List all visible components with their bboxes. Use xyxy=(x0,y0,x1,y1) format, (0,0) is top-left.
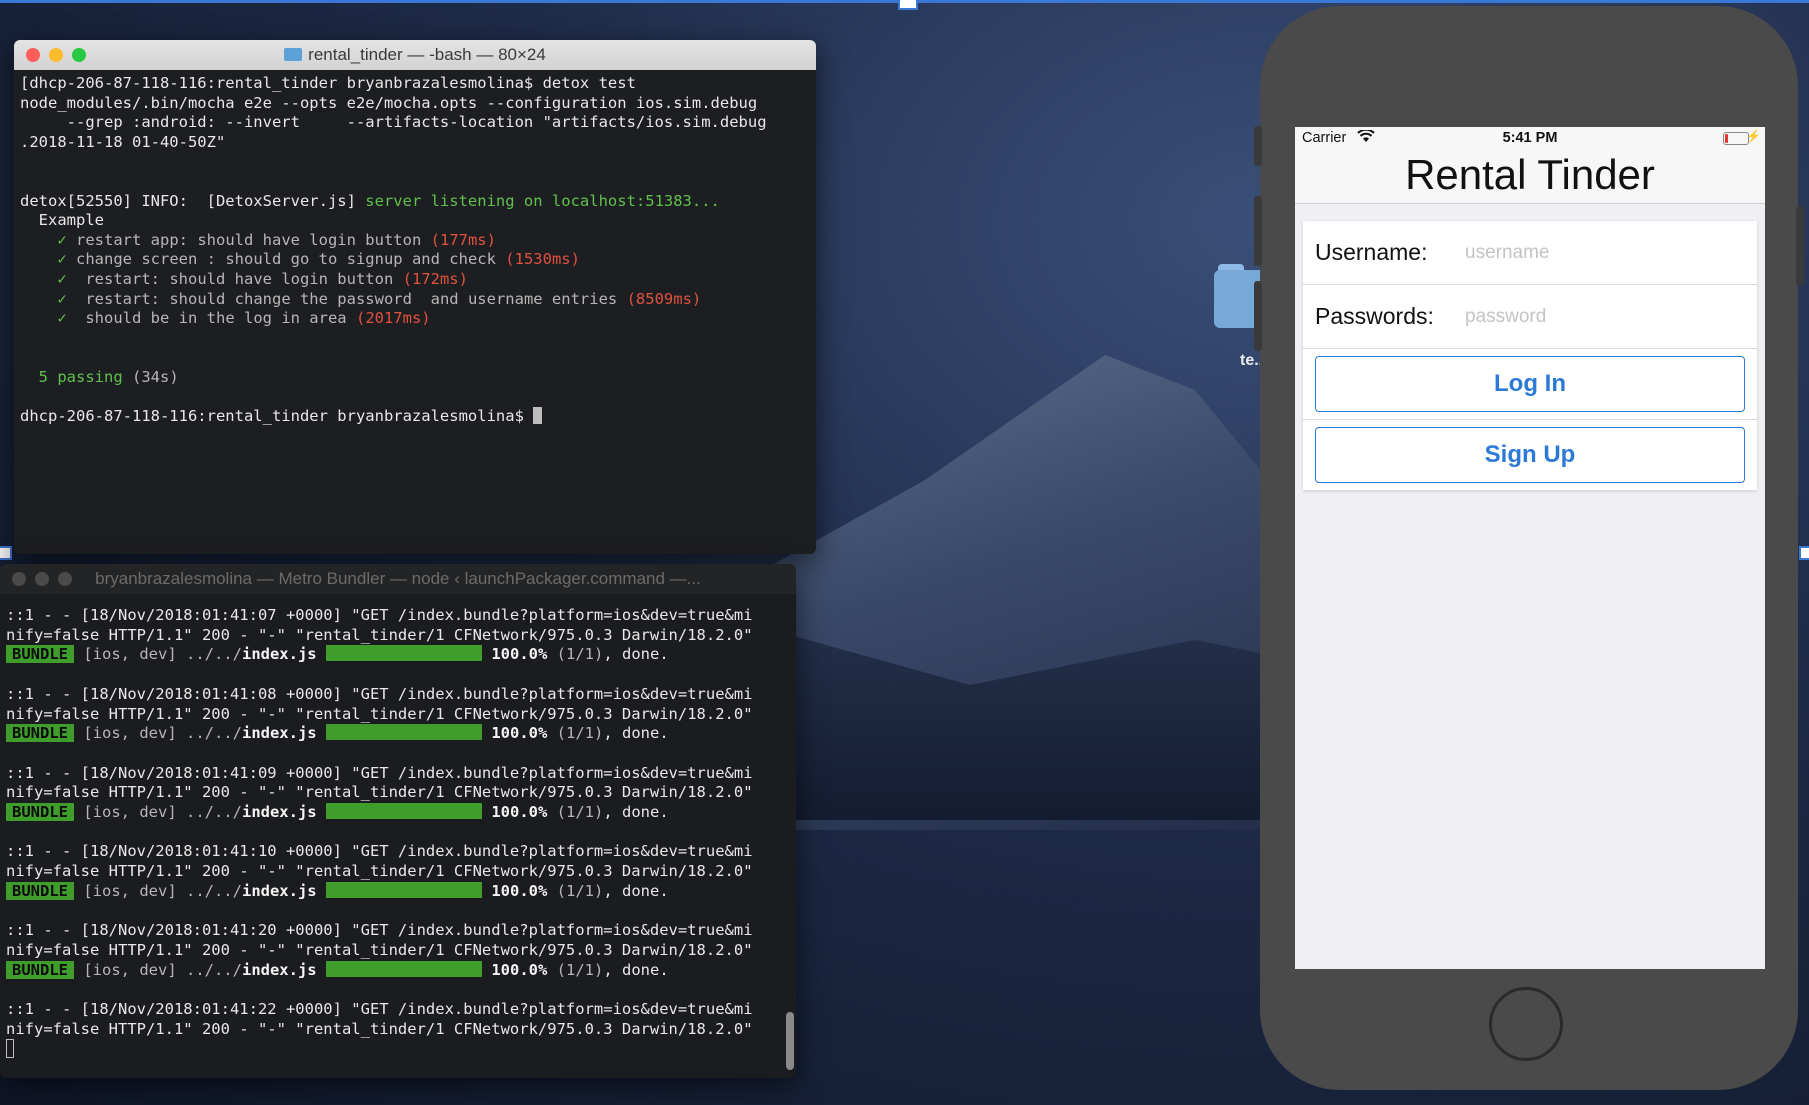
bundle-badge: BUNDLE xyxy=(6,803,74,822)
log-entry: ::1 - - [18/Nov/2018:01:41:08 +0000] "GE… xyxy=(6,685,790,764)
home-button[interactable] xyxy=(1489,987,1563,1061)
check-icon: ✓ xyxy=(57,309,67,328)
log-entry: ::1 - - [18/Nov/2018:01:41:09 +0000] "GE… xyxy=(6,764,790,843)
test-result-row: ✓ restart: should change the password an… xyxy=(57,289,702,308)
check-icon: ✓ xyxy=(57,289,67,308)
progress-bar xyxy=(325,803,482,820)
selection-handle[interactable] xyxy=(898,0,918,10)
folder-icon xyxy=(284,48,303,61)
progress-bar xyxy=(325,724,482,741)
selection-handle[interactable] xyxy=(1799,546,1809,560)
mute-switch[interactable] xyxy=(1254,126,1262,166)
log-entry: ::1 - - [18/Nov/2018:01:41:10 +0000] "GE… xyxy=(6,842,790,921)
zoom-button[interactable] xyxy=(58,572,72,586)
minimize-button[interactable] xyxy=(49,48,63,62)
test-result-row: ✓ should be in the log in area (2017ms) xyxy=(57,309,431,328)
bundle-progress-line: BUNDLE [ios, dev] ../../index.js 100.0% … xyxy=(6,724,790,744)
log-entry: ::1 - - [18/Nov/2018:01:41:20 +0000] "GE… xyxy=(6,921,790,1000)
terminal-line: node_modules/.bin/mocha e2e --opts e2e/m… xyxy=(20,93,758,112)
app-title: Rental Tinder xyxy=(1405,151,1655,198)
check-icon: ✓ xyxy=(57,250,67,269)
log-entry: ::1 - - [18/Nov/2018:01:41:07 +0000] "GE… xyxy=(6,606,790,685)
minimize-button[interactable] xyxy=(35,572,49,586)
charging-bolt-icon: ⚡ xyxy=(1746,129,1761,143)
bundle-progress-line: BUNDLE [ios, dev] ../../index.js 100.0% … xyxy=(6,645,790,665)
selection-handle[interactable] xyxy=(0,546,12,560)
terminal-titlebar[interactable]: bryanbrazalesmolina — Metro Bundler — no… xyxy=(0,564,796,594)
window-title: bryanbrazalesmolina — Metro Bundler — no… xyxy=(95,569,701,588)
clock: 5:41 PM xyxy=(1502,130,1558,146)
iphone-simulator: Carrier 5:41 PM ⚡ Rental Tinder Username… xyxy=(1254,6,1804,1090)
username-label: Username: xyxy=(1315,239,1428,265)
terminal-line: [dhcp-206-87-118-116:rental_tinder bryan… xyxy=(20,74,636,92)
progress-bar xyxy=(325,960,482,977)
shell-prompt[interactable] xyxy=(6,1039,790,1061)
password-input[interactable] xyxy=(1463,304,1727,329)
server-status-message: server listening on localhost:51383... xyxy=(365,191,720,210)
volume-down-button[interactable] xyxy=(1254,281,1262,351)
window-title: rental_tinder — -bash — 80×24 xyxy=(14,45,816,65)
password-row: Passwords: xyxy=(1303,285,1757,349)
navigation-bar: Rental Tinder xyxy=(1295,149,1765,204)
progress-bar xyxy=(325,881,482,898)
close-button[interactable] xyxy=(12,572,26,586)
text-cursor xyxy=(6,1039,14,1059)
login-button[interactable]: Log In xyxy=(1315,356,1745,412)
signup-button[interactable]: Sign Up xyxy=(1315,427,1745,483)
progress-bar xyxy=(325,645,482,662)
scrollbar[interactable] xyxy=(786,1012,794,1070)
test-result-row: ✓ restart app: should have login button … xyxy=(57,230,496,249)
check-icon: ✓ xyxy=(57,269,67,288)
phone-screen: Carrier 5:41 PM ⚡ Rental Tinder Username… xyxy=(1295,127,1765,969)
power-button[interactable] xyxy=(1796,206,1804,286)
terminal-window-metro-bundler[interactable]: bryanbrazalesmolina — Metro Bundler — no… xyxy=(0,564,796,1078)
terminal-line: .2018-11-18 01-40-50Z" xyxy=(20,132,226,151)
volume-up-button[interactable] xyxy=(1254,196,1262,266)
bundle-badge: BUNDLE xyxy=(6,881,74,900)
log-entry: ::1 - - [18/Nov/2018:01:41:22 +0000] "GE… xyxy=(6,1000,790,1061)
test-suite-name: Example xyxy=(20,211,104,230)
username-input[interactable] xyxy=(1463,240,1727,265)
terminal-output[interactable]: [dhcp-206-87-118-116:rental_tinder bryan… xyxy=(14,70,816,431)
check-icon: ✓ xyxy=(57,230,67,249)
bundle-badge: BUNDLE xyxy=(6,960,74,979)
text-cursor xyxy=(533,407,543,425)
username-row: Username: xyxy=(1303,221,1757,285)
login-form: Username: Passwords: Log In Sign Up xyxy=(1303,221,1757,490)
terminal-line: detox[52550] INFO: [DetoxServer.js] serv… xyxy=(20,191,720,210)
terminal-line: --grep :android: --invert --artifacts-lo… xyxy=(20,113,767,132)
bundle-progress-line: BUNDLE [ios, dev] ../../index.js 100.0% … xyxy=(6,960,790,981)
test-result-row: ✓ restart: should have login button (172… xyxy=(57,269,468,288)
test-result-row: ✓ change screen : should go to signup an… xyxy=(57,250,580,269)
bundle-progress-line: BUNDLE [ios, dev] ../../index.js 100.0% … xyxy=(6,803,790,823)
terminal-window-bash[interactable]: rental_tinder — -bash — 80×24 [dhcp-206-… xyxy=(14,40,816,554)
bundle-badge: BUNDLE xyxy=(6,645,74,664)
shell-prompt[interactable]: dhcp-206-87-118-116:rental_tinder bryanb… xyxy=(20,407,810,427)
zoom-button[interactable] xyxy=(72,48,86,62)
password-label: Passwords: xyxy=(1315,303,1434,329)
terminal-titlebar[interactable]: rental_tinder — -bash — 80×24 xyxy=(14,40,816,70)
bundle-progress-line: BUNDLE [ios, dev] ../../index.js 100.0% … xyxy=(6,881,790,902)
close-button[interactable] xyxy=(26,48,40,62)
bundle-badge: BUNDLE xyxy=(6,724,74,743)
passing-summary: 5 passing (34s) xyxy=(38,367,179,386)
terminal-output[interactable]: ::1 - - [18/Nov/2018:01:41:07 +0000] "GE… xyxy=(0,594,796,1065)
status-bar: Carrier 5:41 PM ⚡ xyxy=(1295,127,1765,149)
